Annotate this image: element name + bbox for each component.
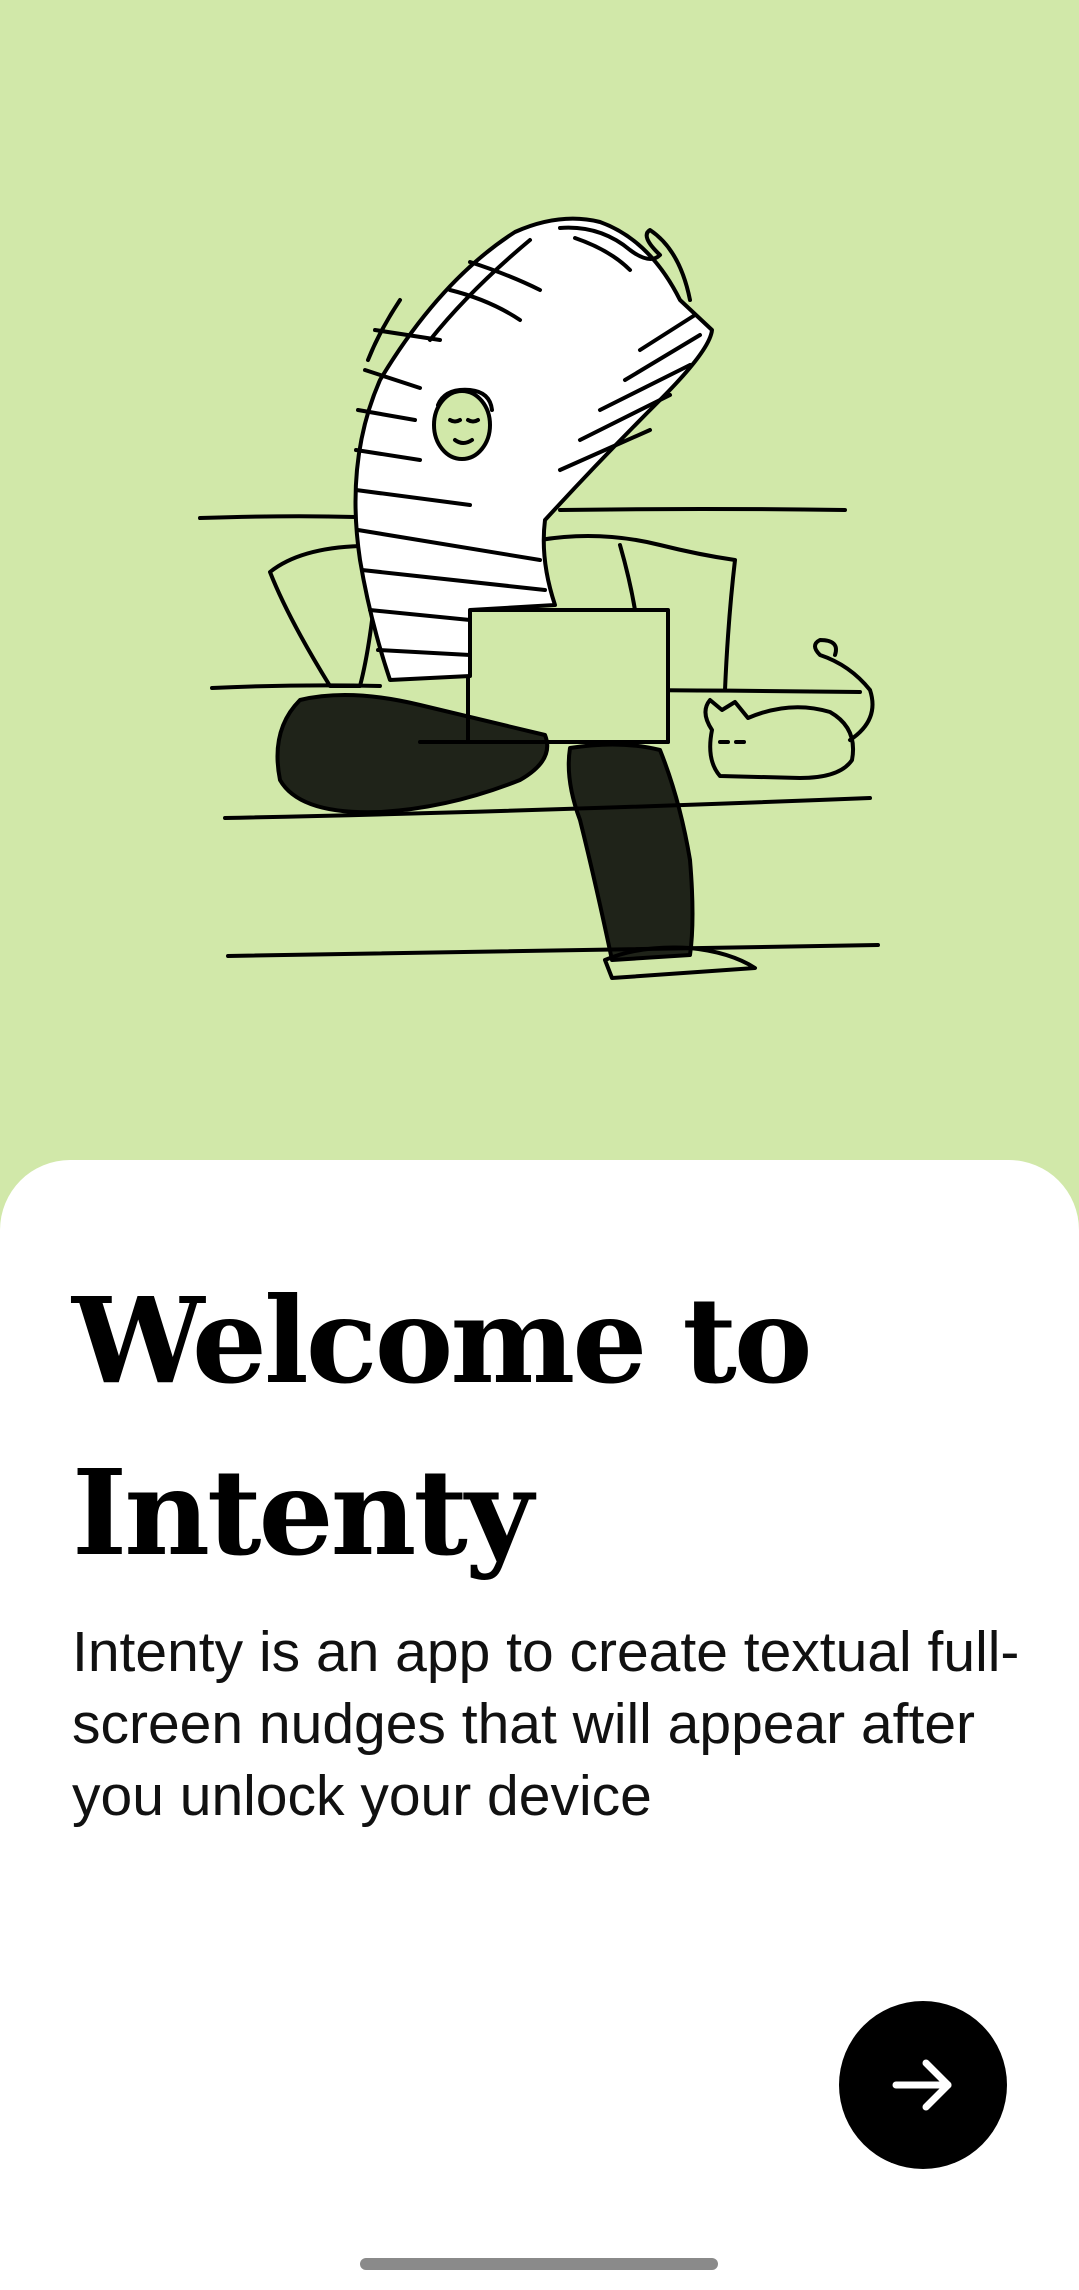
hero-illustration-area — [0, 0, 1079, 1200]
welcome-title-line2: Intenty — [72, 1443, 533, 1582]
next-button[interactable] — [839, 2001, 1007, 2169]
home-indicator[interactable] — [360, 2258, 718, 2270]
welcome-title: Welcome to Intenty — [72, 1255, 1012, 1599]
welcome-title-line1: Welcome to — [72, 1271, 813, 1410]
welcome-description: Intenty is an app to create textual full… — [72, 1620, 1020, 1828]
onboarding-illustration — [198, 216, 880, 980]
arrow-right-icon — [892, 2059, 952, 2111]
